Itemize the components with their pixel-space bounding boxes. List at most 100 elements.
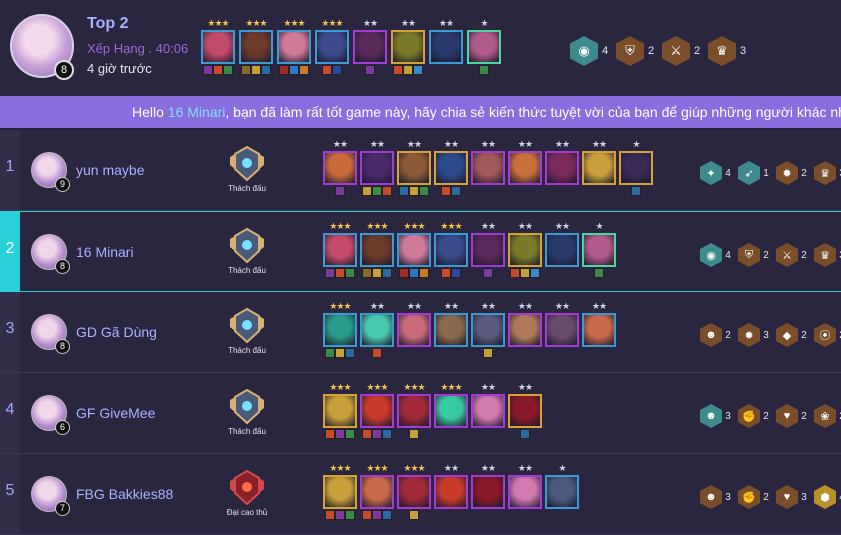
player-avatar[interactable]: 8 <box>31 234 70 274</box>
item-icon[interactable] <box>382 429 392 439</box>
item-icon[interactable] <box>382 268 392 278</box>
item-icon[interactable] <box>382 510 392 520</box>
item-icon[interactable] <box>241 65 251 75</box>
champion-unit[interactable]: ★★ <box>507 301 543 358</box>
item-icon[interactable] <box>335 429 345 439</box>
item-icon[interactable] <box>451 268 461 278</box>
item-icon[interactable] <box>419 186 429 196</box>
champion-portrait[interactable] <box>360 313 394 347</box>
champion-unit[interactable]: ★★ <box>396 139 432 196</box>
champion-unit[interactable]: ★★ <box>507 463 543 520</box>
champion-unit[interactable]: ★ <box>466 18 502 75</box>
player-row[interactable]: 5 7 FBG Bakkies88 Đại cao thủ ★★★ ★★★ ★★★ ★★ ★★ ★… <box>0 454 841 535</box>
item-icon[interactable] <box>530 268 540 278</box>
trait-badge[interactable]: ♛3 <box>814 243 841 267</box>
trait-badge[interactable]: ♥ 3 <box>776 485 810 509</box>
champion-unit[interactable]: ★★ <box>507 382 543 439</box>
champion-portrait[interactable] <box>323 151 357 185</box>
item-icon[interactable] <box>325 510 335 520</box>
trait-badge[interactable]: ⚔ 2 <box>662 36 704 66</box>
champion-portrait[interactable] <box>323 394 357 428</box>
item-icon[interactable] <box>631 186 641 196</box>
champion-unit[interactable]: ★★ <box>359 139 395 196</box>
champion-unit[interactable]: ★★★ <box>433 221 469 278</box>
champion-unit[interactable]: ★★ <box>544 221 580 278</box>
champion-unit[interactable]: ★★★ <box>359 221 395 278</box>
champion-unit[interactable]: ★★ <box>507 221 543 278</box>
item-icon[interactable] <box>520 268 530 278</box>
champion-unit[interactable]: ★★★ <box>322 301 358 358</box>
item-icon[interactable] <box>372 348 382 358</box>
item-icon[interactable] <box>335 186 345 196</box>
item-icon[interactable] <box>332 65 342 75</box>
player-avatar[interactable]: 9 <box>31 152 70 192</box>
champion-unit[interactable]: ★★ <box>544 301 580 358</box>
item-icon[interactable] <box>372 429 382 439</box>
champion-unit[interactable]: ★★★ <box>322 221 358 278</box>
trait-badge[interactable]: ☻ 2 <box>700 323 734 347</box>
champion-portrait[interactable] <box>582 233 616 267</box>
champion-unit[interactable]: ★★ <box>470 301 506 358</box>
item-icon[interactable] <box>399 268 409 278</box>
champion-unit[interactable]: ★★★ <box>396 382 432 439</box>
champion-portrait[interactable] <box>397 475 431 509</box>
champion-portrait[interactable] <box>360 475 394 509</box>
trait-badge[interactable]: ⚔ 2 <box>776 243 810 267</box>
champion-portrait[interactable] <box>323 475 357 509</box>
trait-badge[interactable]: ✹ 3 <box>738 323 772 347</box>
champion-unit[interactable]: ★★ <box>433 139 469 196</box>
player-row[interactable]: 1 9 yun maybe Thách đấu ★★ ★★ ★★ ★★ ★★ ★★ ★★ ★★ ★ ✦ 4 ➶… <box>0 130 841 211</box>
item-icon[interactable] <box>372 268 382 278</box>
item-icon[interactable] <box>251 65 261 75</box>
champion-unit[interactable]: ★★ <box>581 139 617 196</box>
champion-portrait[interactable] <box>545 475 579 509</box>
item-icon[interactable] <box>372 186 382 196</box>
champion-portrait[interactable] <box>545 233 579 267</box>
item-icon[interactable] <box>399 186 409 196</box>
champion-unit[interactable]: ★★ <box>581 301 617 358</box>
champion-unit[interactable]: ★★ <box>544 139 580 196</box>
champion-unit[interactable]: ★ <box>581 221 617 278</box>
champion-unit[interactable]: ★★ <box>352 18 388 75</box>
champion-portrait[interactable] <box>508 394 542 428</box>
champion-portrait[interactable] <box>315 30 349 64</box>
champion-portrait[interactable] <box>467 30 501 64</box>
champion-portrait[interactable] <box>582 151 616 185</box>
champion-portrait[interactable] <box>434 313 468 347</box>
champion-portrait[interactable] <box>471 233 505 267</box>
trait-badge[interactable]: ♛3 <box>708 36 750 66</box>
champion-portrait[interactable] <box>508 313 542 347</box>
trait-badge[interactable]: ◉ 4 <box>570 36 612 66</box>
champion-portrait[interactable] <box>434 233 468 267</box>
trait-badge[interactable]: ♥ 2 <box>776 404 810 428</box>
player-row[interactable]: 3 8 GD Gã Dùng Thách đấu ★★★ ★★ ★★ ★★ ★★ ★★ ★★ ★★ ☻ 2… <box>0 292 841 373</box>
champion-unit[interactable]: ★★★ <box>322 382 358 439</box>
item-icon[interactable] <box>213 65 223 75</box>
item-icon[interactable] <box>409 268 419 278</box>
champion-portrait[interactable] <box>434 151 468 185</box>
item-icon[interactable] <box>409 510 419 520</box>
champion-portrait[interactable] <box>471 313 505 347</box>
champion-portrait[interactable] <box>508 233 542 267</box>
item-icon[interactable] <box>510 268 520 278</box>
trait-badge[interactable]: ◉ 4 <box>700 243 734 267</box>
item-icon[interactable] <box>325 429 335 439</box>
player-name[interactable]: yun maybe <box>76 162 144 178</box>
champion-unit[interactable]: ★★ <box>470 139 506 196</box>
champion-unit[interactable]: ★★★ <box>200 18 236 75</box>
trait-badge[interactable]: ✦ 4 <box>700 161 734 185</box>
champion-portrait[interactable] <box>434 475 468 509</box>
item-icon[interactable] <box>299 65 309 75</box>
champion-unit[interactable]: ★★ <box>433 301 469 358</box>
trait-badge[interactable]: ⦿2 <box>814 323 841 347</box>
item-icon[interactable] <box>335 510 345 520</box>
champion-unit[interactable]: ★★★ <box>359 382 395 439</box>
player-avatar[interactable]: 8 <box>31 314 70 354</box>
item-icon[interactable] <box>483 268 493 278</box>
item-icon[interactable] <box>345 510 355 520</box>
item-icon[interactable] <box>289 65 299 75</box>
champion-unit[interactable]: ★★ <box>390 18 426 75</box>
player-row[interactable]: 4 6 GF GiveMee Thách đấu ★★★ ★★★ ★★★ ★★★ ★★ ★★ ☻ 3 ✊… <box>0 373 841 454</box>
item-icon[interactable] <box>362 268 372 278</box>
champion-portrait[interactable] <box>471 151 505 185</box>
